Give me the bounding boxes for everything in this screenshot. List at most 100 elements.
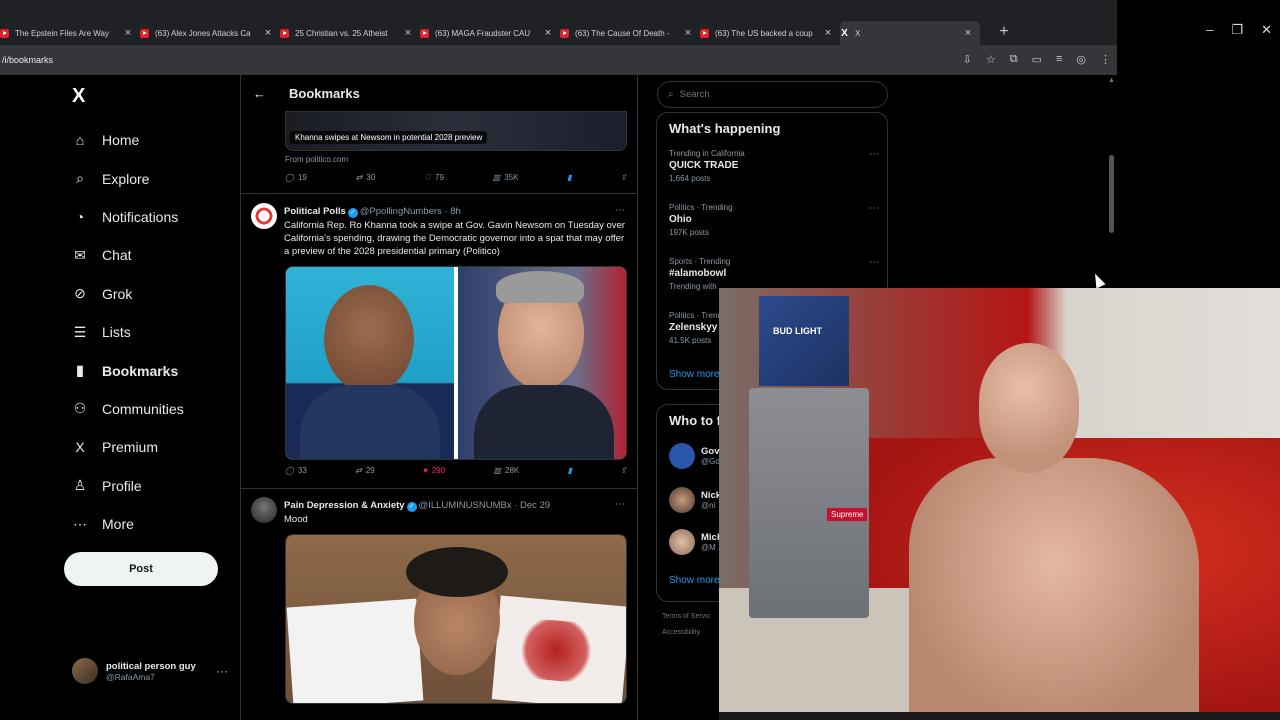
split-view-icon[interactable]: ▭ [1032, 53, 1042, 66]
youtube-icon [0, 28, 9, 38]
webcam-sticker: Supreme [827, 508, 868, 521]
share-icon: ⇪ [620, 466, 627, 475]
views-button[interactable]: ▥ 35K [493, 173, 519, 182]
trend-more-icon[interactable]: ⋯ [869, 257, 879, 268]
close-tab-icon[interactable]: × [122, 27, 134, 39]
avatar[interactable] [251, 203, 277, 229]
browser-tab[interactable]: (63) MAGA Fraudster CAU × [420, 21, 560, 45]
like-button[interactable]: ♡ 79 [424, 173, 444, 182]
menu-icon[interactable]: ⋮ [1100, 53, 1111, 66]
nav-notifications[interactable]: ◔ Notifications [72, 198, 184, 236]
follow-suggestion[interactable]: Nick @ni [669, 487, 721, 513]
footer-link[interactable]: Terms of Servic [662, 613, 710, 620]
views-button[interactable]: ▥ 28K [493, 466, 519, 475]
x-logo-icon[interactable]: X [72, 85, 85, 108]
page-header: ← Bookmarks [241, 75, 637, 111]
link-source[interactable]: From politico.com [285, 155, 348, 164]
repost-button[interactable]: ⇄ 30 [356, 173, 376, 182]
browser-tab[interactable]: (63) The US backed a coup × [700, 21, 840, 45]
youtube-icon [560, 28, 569, 38]
install-app-icon[interactable]: ⇩ [963, 53, 972, 66]
nav-profile[interactable]: ♙ Profile [72, 467, 184, 505]
close-tab-icon[interactable]: × [402, 27, 414, 39]
show-more-link[interactable]: Show more [669, 575, 720, 586]
nav-home[interactable]: ⌂ Home [72, 121, 184, 159]
bookmark-button[interactable]: ▮ [568, 466, 572, 475]
nav-grok[interactable]: ⊘ Grok [72, 275, 184, 313]
people-icon: ⚇ [73, 400, 87, 417]
paper-right [491, 595, 626, 703]
nav-chat[interactable]: ✉ Chat [72, 236, 184, 274]
browser-tab[interactable]: (63) Alex Jones Attacks Ca × [140, 21, 280, 45]
author-name[interactable]: Political Polls [284, 206, 346, 217]
author-handle[interactable]: @PpollingNumbers · 8h [360, 206, 461, 217]
post-actions: ◯ 33 ⇄ 29 ♥ 290 ▥ 28K ▮ ⇪ [285, 466, 627, 475]
share-button[interactable]: ⇪ [620, 173, 627, 182]
follow-suggestion[interactable]: Gov @Go [669, 443, 720, 469]
browser-tab[interactable]: (63) The Cause Of Death - × [560, 21, 700, 45]
reply-icon: ◯ [285, 466, 294, 475]
bookmarks-timeline: ← Bookmarks Khanna swipes at Newsom in p… [240, 75, 638, 720]
browser-tab[interactable]: 25 Christian vs. 25 Atheist × [280, 21, 420, 45]
browser-tab-active[interactable]: X X × [840, 21, 980, 45]
media-icon[interactable]: ≡ [1056, 53, 1062, 66]
reply-button[interactable]: ◯ 33 [285, 466, 307, 475]
divider [241, 193, 637, 194]
nav-communities[interactable]: ⚇ Communities [72, 390, 184, 428]
profile-icon[interactable]: ◎ [1076, 53, 1086, 66]
nav-lists[interactable]: ☰ Lists [72, 313, 184, 351]
restore-icon[interactable]: ❐ [1231, 22, 1243, 38]
footer-link[interactable]: Accessibility [662, 629, 700, 636]
scroll-up-icon[interactable]: ▲ [1108, 77, 1115, 84]
post-more-icon[interactable]: ⋯ [615, 499, 625, 510]
minimize-icon[interactable]: – [1206, 22, 1213, 38]
close-tab-icon[interactable]: × [962, 27, 974, 39]
like-button[interactable]: ♥ 290 [423, 466, 445, 475]
trend-item[interactable]: Trending in California QUICK TRADE 1,664 p… [669, 149, 879, 183]
author-name[interactable]: Pain Depression & Anxiety [284, 500, 405, 511]
reply-button[interactable]: ◯ 19 [285, 173, 307, 182]
author-handle[interactable]: @ILLUMINUSNUMBx · Dec 29 [419, 500, 551, 511]
trend-more-icon[interactable]: ⋯ [869, 203, 879, 214]
new-tab-button[interactable]: + [992, 23, 1016, 41]
close-tab-icon[interactable]: × [682, 27, 694, 39]
reply-icon: ◯ [285, 173, 294, 182]
more-circle-icon: ⋯ [73, 515, 87, 532]
nav-more[interactable]: ⋯ More [72, 505, 184, 543]
close-tab-icon[interactable]: × [542, 27, 554, 39]
tab-strip: The Epstein Files Are Way × (63) Alex Jon… [0, 0, 1117, 45]
close-tab-icon[interactable]: × [262, 27, 274, 39]
bookmark-button[interactable]: ▮ [567, 173, 571, 182]
post-more-icon[interactable]: ⋯ [615, 205, 625, 216]
extensions-icon[interactable]: ⧉ [1010, 53, 1018, 66]
trend-more-icon[interactable]: ⋯ [869, 149, 879, 160]
trend-item[interactable]: Sports · Trending #alamobowl Trending with… [669, 257, 879, 291]
search-input[interactable]: ⌕ Search [657, 81, 888, 108]
show-more-link[interactable]: Show more [669, 369, 720, 380]
follow-suggestion[interactable]: Mich @M [669, 529, 723, 555]
link-card-image[interactable]: Khanna swipes at Newsom in potential 202… [285, 111, 627, 151]
close-window-icon[interactable]: ✕ [1261, 22, 1272, 38]
browser-tab[interactable]: The Epstein Files Are Way × [0, 21, 140, 45]
url-field[interactable]: /i/bookmarks [2, 55, 53, 65]
star-icon[interactable]: ☆ [986, 53, 996, 66]
repost-button[interactable]: ⇄ 29 [355, 466, 375, 475]
close-tab-icon[interactable]: × [822, 27, 834, 39]
webcam-body [909, 458, 1199, 720]
scrollbar-thumb[interactable] [1109, 155, 1114, 233]
avatar[interactable] [251, 497, 277, 523]
back-arrow-icon[interactable]: ← [253, 86, 269, 101]
post-image[interactable] [285, 266, 627, 460]
account-switcher[interactable]: political person guy @RafaAma7 ··· [72, 658, 228, 684]
link-card-caption: Khanna swipes at Newsom in potential 202… [290, 131, 488, 144]
account-more-icon[interactable]: ··· [216, 664, 228, 678]
post-button[interactable]: Post [64, 552, 218, 586]
nav-bookmarks[interactable]: ▮ Bookmarks [72, 351, 184, 389]
trend-item[interactable]: Politics · Trending Ohio 197K posts ⋯ [669, 203, 879, 237]
person-icon: ♙ [73, 477, 87, 494]
nav-explore[interactable]: ⌕ Explore [72, 159, 184, 197]
webcam-fridge: Supreme [749, 388, 869, 618]
nav-premium[interactable]: X Premium [72, 428, 184, 466]
share-button[interactable]: ⇪ [620, 466, 627, 475]
post-image[interactable] [285, 534, 627, 704]
